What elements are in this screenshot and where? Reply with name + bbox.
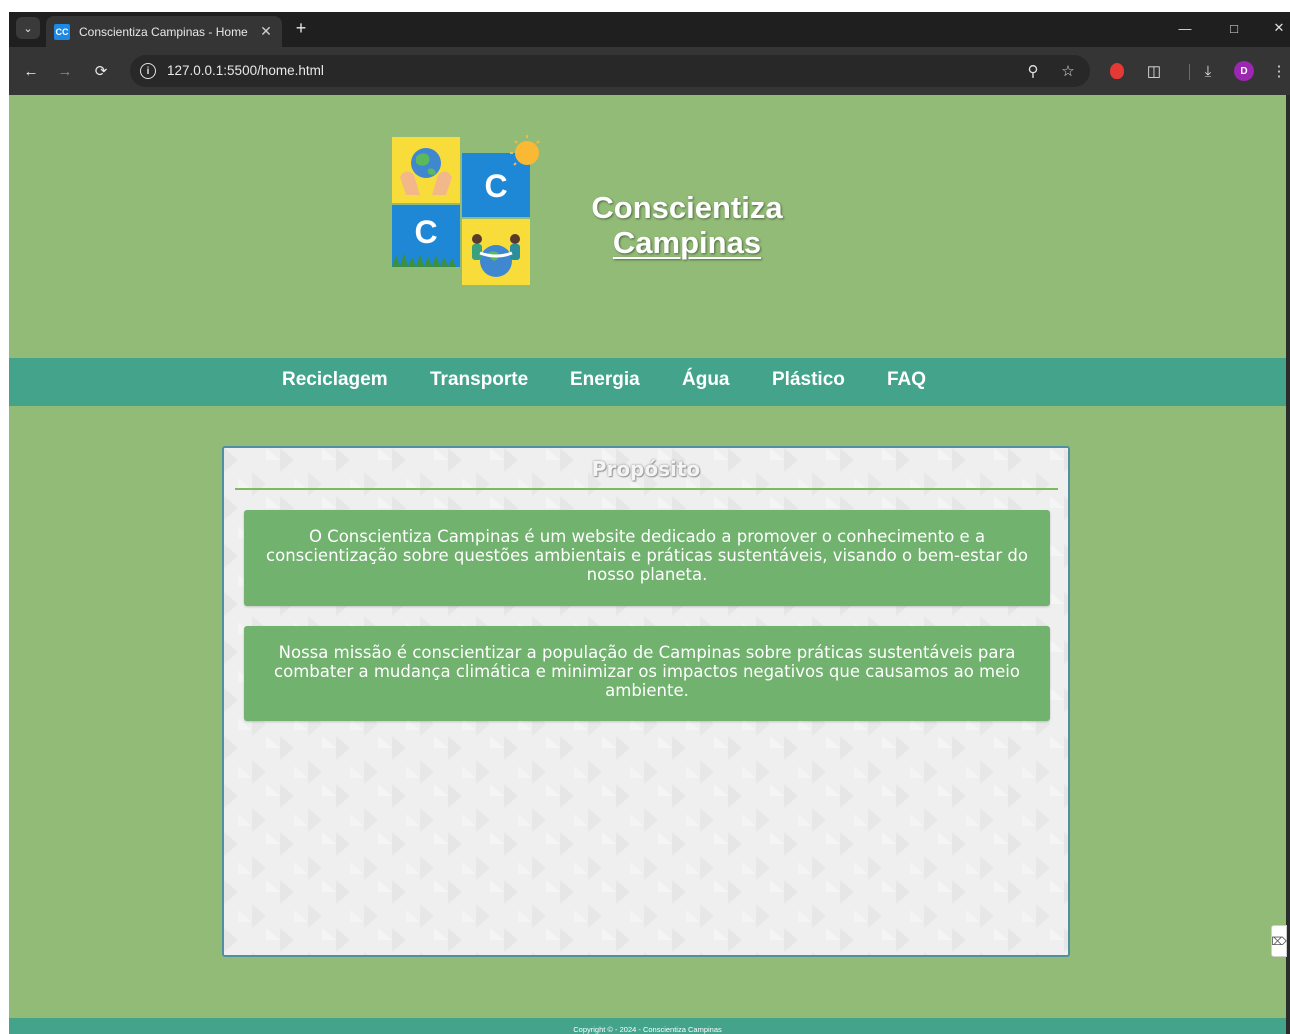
title-divider — [235, 488, 1058, 490]
site-logo[interactable]: C C — [392, 135, 548, 287]
new-tab-plus-icon[interactable]: + — [289, 17, 313, 39]
minimize-window-icon[interactable]: — — [1170, 18, 1200, 38]
tab-search-chevron-down-icon[interactable]: ⌄ — [16, 17, 40, 39]
url-text[interactable]: 127.0.0.1:5500/home.html — [167, 63, 324, 78]
site-title-line1: Conscientiza — [591, 190, 783, 225]
browser-menu-more-vert-icon[interactable]: ⋮ — [1268, 60, 1290, 82]
profile-avatar[interactable]: D — [1233, 60, 1255, 82]
site-title[interactable]: Conscientiza Campinas — [563, 190, 811, 260]
site-footer: Copyright © - 2024 - Conscientiza Campin… — [9, 1018, 1286, 1034]
svg-text:C: C — [484, 168, 507, 204]
side-panel-handle-icon[interactable]: ⌦ — [1271, 925, 1287, 957]
browser-tab-strip: ⌄ CC Conscientiza Campinas - Home ✕ + — … — [9, 12, 1290, 47]
nav-link-reciclagem[interactable]: Reciclagem — [282, 358, 388, 406]
purpose-paragraph-1: O Conscientiza Campinas é um website ded… — [244, 510, 1050, 606]
close-window-icon[interactable]: ✕ — [1264, 18, 1290, 38]
nav-link-agua[interactable]: Água — [682, 358, 730, 406]
extension-red-icon[interactable] — [1106, 60, 1128, 82]
nav-link-energia[interactable]: Energia — [570, 358, 640, 406]
maximize-window-icon[interactable]: □ — [1219, 18, 1249, 38]
copyright-text: Copyright © - 2024 - Conscientiza Campin… — [573, 1025, 722, 1034]
site-favicon: CC — [54, 23, 70, 40]
back-arrow-left-icon[interactable]: ← — [20, 60, 42, 82]
site-title-line2[interactable]: Campinas — [563, 225, 811, 260]
bookmark-star-icon[interactable]: ☆ — [1058, 61, 1078, 81]
close-tab-close-icon[interactable]: ✕ — [258, 23, 274, 40]
downloads-download-icon[interactable]: ⤓ — [1197, 60, 1219, 82]
nav-link-faq[interactable]: FAQ — [887, 358, 926, 406]
extensions-puzzle-icon[interactable]: ◫ — [1143, 60, 1165, 82]
page-scrollbar[interactable] — [1286, 95, 1290, 1034]
tab-title: Conscientiza Campinas - Home — [79, 24, 248, 39]
section-title: Propósito — [591, 457, 701, 481]
toolbar-divider — [1189, 64, 1190, 80]
zoom-icon[interactable]: ⚲ — [1023, 61, 1043, 81]
nav-link-plastico[interactable]: Plástico — [772, 358, 845, 406]
site-info-icon[interactable]: i — [140, 63, 156, 79]
main-nav: Reciclagem Transporte Energia Água Plást… — [9, 358, 1286, 406]
logo-image: C C — [392, 135, 540, 285]
purpose-card: Propósito O Conscientiza Campinas é um w… — [222, 446, 1070, 957]
forward-arrow-right-icon[interactable]: → — [54, 60, 76, 82]
site-header: C C Conscientiza Campinas — [9, 95, 1286, 358]
address-bar[interactable]: i 127.0.0.1:5500/home.html ⚲ ☆ — [130, 55, 1090, 87]
browser-tab-active[interactable]: CC Conscientiza Campinas - Home ✕ — [46, 16, 282, 47]
reload-icon[interactable]: ⟳ — [90, 60, 112, 82]
browser-toolbar: ← → ⟳ i 127.0.0.1:5500/home.html ⚲ ☆ ◫ ⤓… — [9, 47, 1290, 95]
svg-text:C: C — [414, 214, 437, 250]
purpose-paragraph-2: Nossa missão é conscientizar a população… — [244, 626, 1050, 721]
page-viewport: C C Conscientiza Campinas Reciclagem Tra… — [9, 95, 1286, 1034]
nav-link-transporte[interactable]: Transporte — [430, 358, 528, 406]
